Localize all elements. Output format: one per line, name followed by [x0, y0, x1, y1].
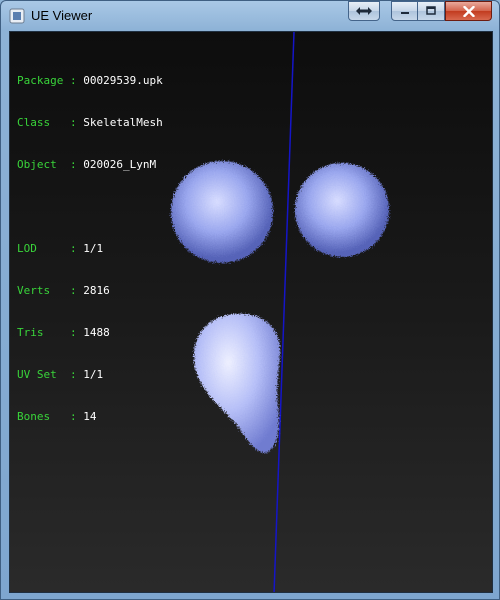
- close-icon: [462, 5, 475, 17]
- minimize-icon: [400, 12, 409, 14]
- double-arrow-icon: [356, 7, 372, 15]
- app-window: UE Viewer Package: 00029539.upk Class:…: [0, 0, 500, 600]
- mesh-sphere-right: [295, 163, 389, 257]
- z-axis-line: [273, 32, 295, 592]
- info-row-object: Object : 020026_LynM: [17, 158, 157, 171]
- close-button[interactable]: [445, 1, 492, 21]
- mesh-sphere-left: [171, 161, 273, 263]
- ue-viewer-icon: [9, 8, 25, 24]
- minimize-button[interactable]: [391, 1, 418, 21]
- switch-view-button[interactable]: [348, 1, 380, 21]
- window-title: UE Viewer: [31, 8, 93, 23]
- info-row-verts: Verts : 2816: [17, 284, 110, 297]
- info-row-package: Package : 00029539.upk: [17, 74, 163, 87]
- title-bar[interactable]: UE Viewer: [1, 1, 499, 31]
- info-row-bones: Bones : 14: [17, 410, 97, 423]
- info-row-class: Class : SkeletalMesh: [17, 116, 163, 129]
- info-row-lod: LOD : 1/1: [17, 242, 104, 255]
- mesh-info-panel: Package : 00029539.upk Class : SkeletalM…: [17, 46, 163, 452]
- info-row-uvset: UV Set : 1/1: [17, 368, 104, 381]
- maximize-button[interactable]: [418, 1, 445, 21]
- maximize-icon: [426, 6, 436, 15]
- info-row-tris: Tris : 1488: [17, 326, 110, 339]
- mesh-teardrop: [193, 313, 281, 453]
- render-viewport[interactable]: Package : 00029539.upk Class : SkeletalM…: [9, 31, 493, 593]
